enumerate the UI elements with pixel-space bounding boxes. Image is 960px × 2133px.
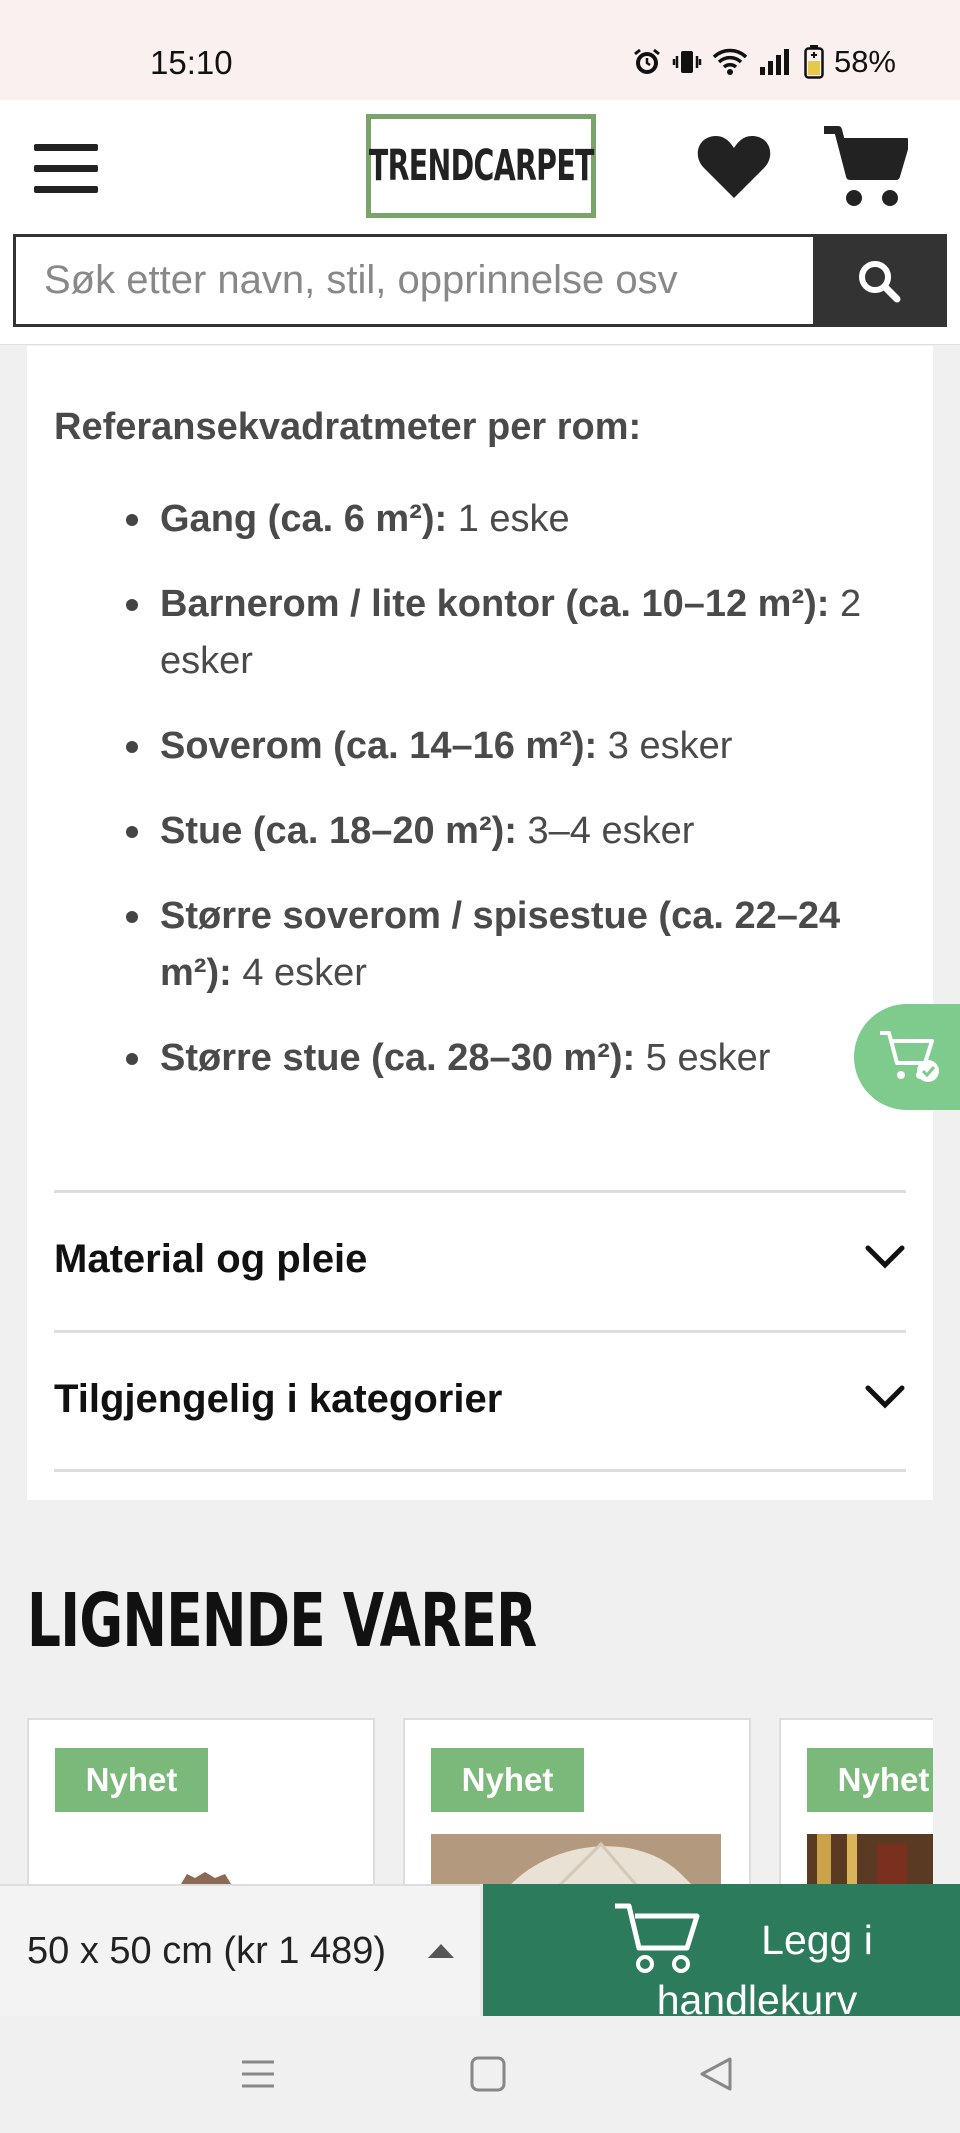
similar-products-title: LIGNENDE VARER [27,1578,537,1664]
accordion-categories[interactable]: Tilgjengelig i kategorier [54,1330,906,1470]
product-image [178,1872,234,1888]
new-badge: Nyhet [431,1748,584,1812]
list-item: Barnerom / lite kontor (ca. 10–12 m²): 2… [27,576,933,690]
floating-cart-button[interactable] [854,1004,960,1110]
list-item: Soverom (ca. 14–16 m²): 3 esker [27,718,933,775]
system-nav-bar [0,2016,960,2133]
home-icon[interactable] [470,2056,506,2092]
product-image [807,1834,933,1888]
product-description: Referansekvadratmeter per rom: Gang (ca.… [27,346,933,1500]
recent-apps-icon[interactable] [240,2056,276,2092]
add-to-cart-button[interactable]: Legg i handlekurv [480,1884,960,2016]
product-card[interactable]: Nyhet [403,1718,751,1888]
new-badge: Nyhet [807,1748,933,1812]
accordion-material-care[interactable]: Material og pleie [54,1190,906,1330]
list-item: Større stue (ca. 28–30 m²): 5 esker [27,1030,933,1087]
size-select[interactable]: 50 x 50 cm (kr 1 489) [0,1884,480,2016]
wishlist-button[interactable] [696,134,772,205]
caret-up-icon [428,1944,454,1958]
chevron-down-icon [865,1245,905,1269]
product-image [431,1834,721,1888]
selected-size: 50 x 50 cm (kr 1 489) [27,1930,387,1972]
vibrate-icon [672,51,702,73]
chevron-down-icon [865,1385,905,1409]
purchase-bar: 50 x 50 cm (kr 1 489) Legg i handlekurv [0,1884,960,2016]
search-bar [13,234,947,327]
status-time: 15:10 [150,44,233,81]
signal-icon [759,49,789,75]
alarm-icon [634,48,660,74]
product-card[interactable]: Nyhet [779,1718,933,1888]
reference-title: Referansekvadratmeter per rom: [54,406,642,448]
new-badge: Nyhet [55,1748,208,1812]
wifi-icon [712,48,748,75]
status-bar: 15:10 58% [0,0,960,100]
add-to-cart-label: Legg i handlekurv [656,1917,873,2016]
accordion-title: Material og pleie [54,1237,368,1281]
heart-icon [697,136,771,198]
menu-icon [34,144,98,151]
product-card[interactable]: Nyhet [27,1718,375,1888]
list-item: Stue (ca. 18–20 m²): 3–4 esker [27,803,933,860]
search-input[interactable] [16,237,816,324]
similar-products-row: Nyhet Nyhet Nyhet [27,1718,933,1888]
accordion-title: Tilgjengelig i kategorier [54,1377,503,1421]
site-header: TRENDCARPET [0,100,960,345]
battery-icon [804,45,824,79]
cart-button[interactable] [822,126,910,215]
cart-icon [824,126,910,206]
cart-check-icon [880,1031,939,1082]
list-item: Større soverom / spisestue (ca. 22–24 m²… [27,888,933,1002]
search-icon [858,260,900,302]
divider [54,1469,906,1472]
logo-text: TRENDCARPET [368,141,595,191]
room-list: Gang (ca. 6 m²): 1 eske Barnerom / lite … [27,491,933,1115]
back-icon[interactable] [698,2056,734,2092]
status-icons: 58% [632,44,896,80]
search-button[interactable] [813,237,944,324]
logo[interactable]: TRENDCARPET [366,114,596,218]
battery-percent: 58% [833,44,896,79]
menu-button[interactable] [34,144,98,198]
list-item: Gang (ca. 6 m²): 1 eske [27,491,933,548]
